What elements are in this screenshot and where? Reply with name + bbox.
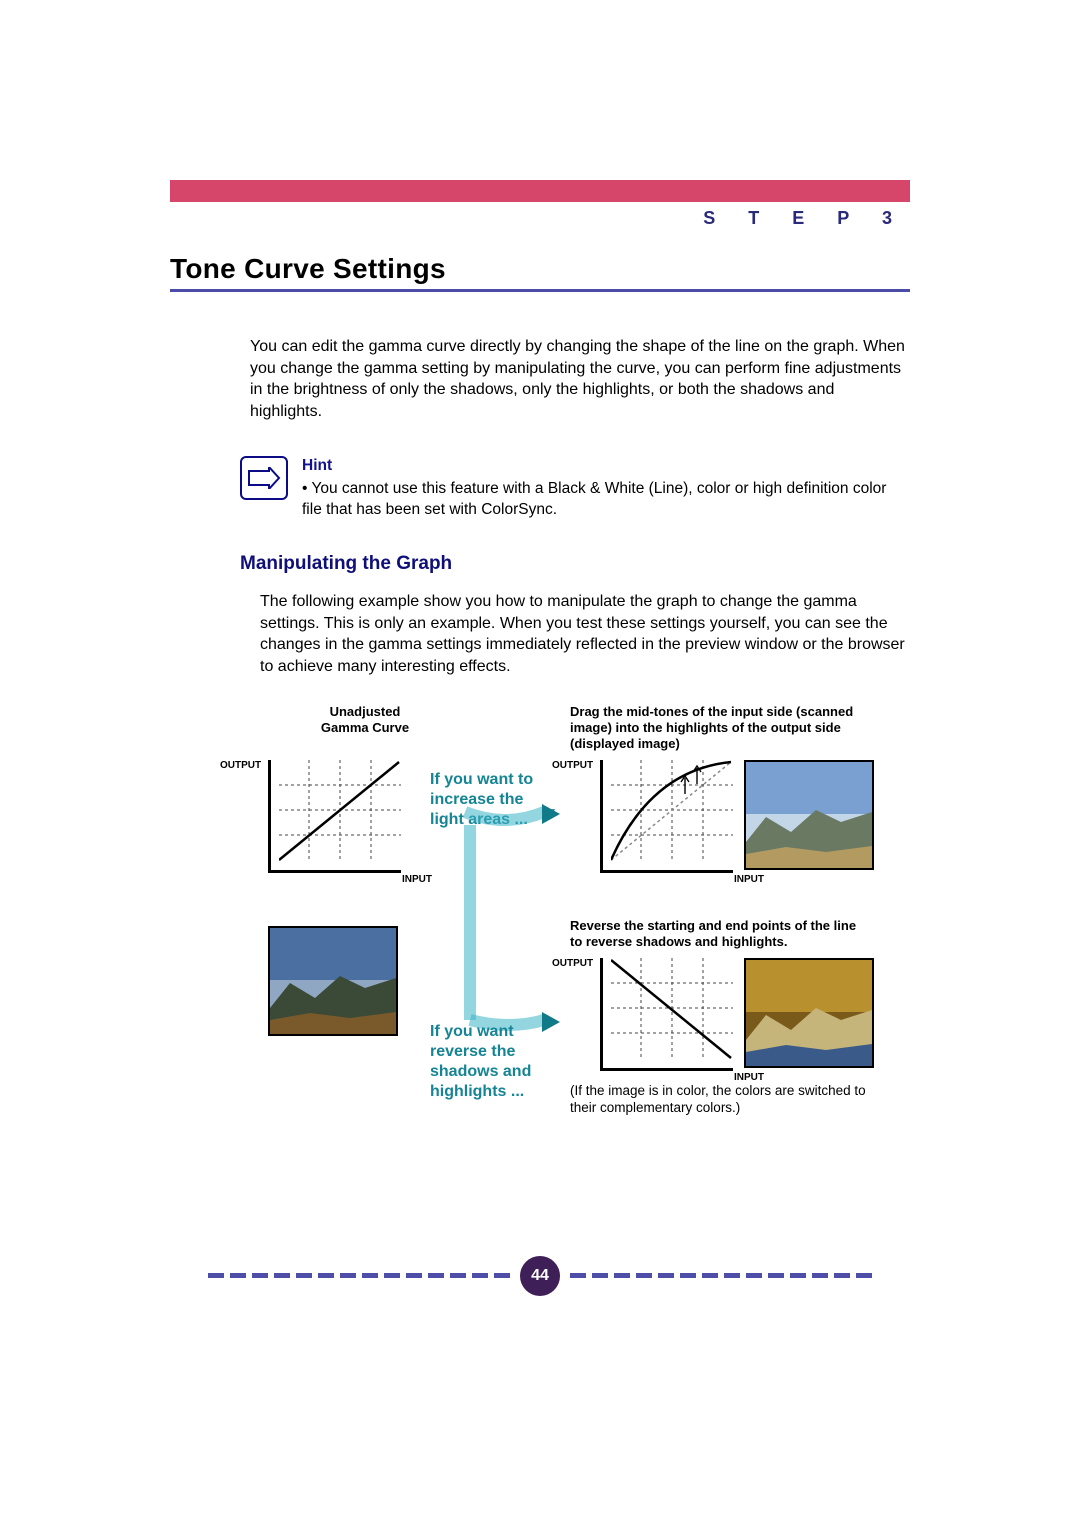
hint-heading: Hint <box>302 456 910 477</box>
intro-paragraph: You can edit the gamma curve directly by… <box>250 336 910 422</box>
drag-midtones-note: Drag the mid-tones of the input side (sc… <box>570 704 870 753</box>
hint-block: Hint • You cannot use this feature with … <box>240 456 910 521</box>
title-underline <box>170 289 910 292</box>
color-note: (If the image is in color, the colors ar… <box>570 1082 870 1117</box>
input-axis-label-1: INPUT <box>402 874 432 885</box>
output-axis-label-2: OUTPUT <box>552 760 593 771</box>
flow-connector <box>460 770 560 1060</box>
thumb-inverted <box>744 958 874 1068</box>
subheading: Manipulating the Graph <box>240 553 910 575</box>
output-axis-label-3: OUTPUT <box>552 958 593 969</box>
footer-dashes-left <box>208 1273 510 1278</box>
footer-dashes-right <box>570 1273 872 1278</box>
output-axis-label-1: OUTPUT <box>220 760 261 771</box>
graph-unadjusted <box>268 760 401 873</box>
thumb-original <box>268 926 398 1036</box>
hint-icon <box>240 456 288 500</box>
page-title: Tone Curve Settings <box>170 253 910 285</box>
page-number-badge: 44 <box>520 1256 560 1296</box>
thumb-brighter <box>744 760 874 870</box>
diagram-area: Unadjusted Gamma Curve OUTPUT INPUT <box>230 726 870 1186</box>
top-red-bar <box>170 180 910 202</box>
reverse-shadows-label: If you want reverse the shadows and high… <box>430 1022 531 1102</box>
subheading-body: The following example show you how to ma… <box>260 591 910 677</box>
page-footer: 44 <box>170 1256 910 1296</box>
unadjusted-label: Unadjusted Gamma Curve <box>290 704 440 737</box>
graph-inverted <box>600 958 733 1071</box>
reverse-points-note: Reverse the starting and end points of t… <box>570 918 870 951</box>
input-axis-label-2: INPUT <box>734 874 764 885</box>
document-page: S T E P 3 Tone Curve Settings You can ed… <box>0 0 1080 1376</box>
hint-text: • You cannot use this feature with a Bla… <box>302 479 910 521</box>
graph-light-boost <box>600 760 733 873</box>
step-label: S T E P 3 <box>170 208 910 229</box>
